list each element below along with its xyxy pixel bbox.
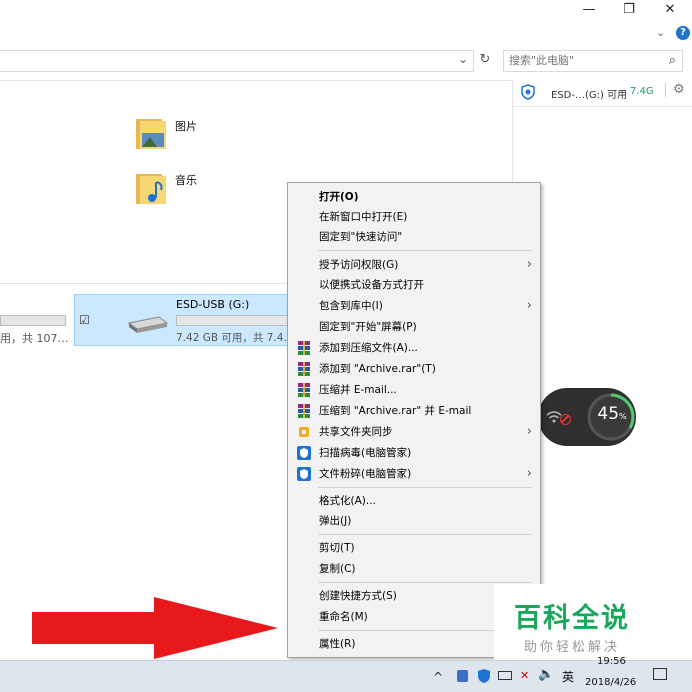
submenu-arrow-icon: ›	[526, 298, 532, 313]
network-error-icon[interactable]: ✕	[520, 669, 529, 682]
menu-separator	[318, 487, 532, 488]
drive-capacity-bar	[0, 315, 66, 326]
tray-app-icon[interactable]	[457, 670, 468, 682]
menu-item-compress-rar-email[interactable]: 压缩到 "Archive.rar" 并 E-mail	[288, 401, 540, 421]
menu-item-open[interactable]: 打开(O)	[288, 187, 540, 207]
watermark-logo: 百科全说 助你轻松解决	[494, 584, 666, 660]
menu-item-cut[interactable]: 剪切(T)	[288, 538, 540, 558]
details-free-value: 7.4G	[630, 86, 654, 97]
menu-item-eject[interactable]: 弹出(J)	[288, 511, 540, 531]
shield-icon	[297, 446, 311, 460]
red-arrow-icon	[32, 597, 278, 659]
menu-item-add-archive[interactable]: 添加到压缩文件(A)...	[288, 338, 540, 358]
menu-item-open-new-window[interactable]: 在新窗口中打开(E)	[288, 207, 540, 227]
tray-chevron-icon[interactable]: ^	[433, 670, 443, 684]
section-divider	[0, 283, 290, 284]
battery-icon[interactable]	[498, 671, 512, 680]
ribbon-row: ⌄ ?	[0, 24, 692, 44]
search-input[interactable]: 搜索"此电脑" ⌕	[503, 50, 683, 72]
help-icon[interactable]: ?	[676, 26, 690, 40]
winrar-icon	[297, 404, 311, 418]
taskbar: ^ ✕ 🔈 英 2018/4/26	[0, 660, 692, 692]
refresh-icon[interactable]: ↻	[476, 52, 494, 70]
search-placeholder: 搜索"此电脑"	[509, 54, 575, 67]
tray-date[interactable]: 2018/4/26	[585, 677, 636, 688]
submenu-arrow-icon: ›	[526, 466, 532, 481]
drive-shield-icon	[521, 84, 535, 100]
address-dropdown-icon[interactable]: ⌄	[458, 52, 468, 66]
winrar-icon	[297, 383, 311, 397]
close-button[interactable]: ✕	[650, 0, 690, 22]
winrar-icon	[297, 362, 311, 376]
details-divider	[665, 83, 666, 97]
folder-label: 图片	[175, 120, 197, 133]
minimize-button[interactable]: —	[569, 0, 609, 22]
drive-checkbox[interactable]: ☑	[79, 313, 90, 327]
ime-indicator[interactable]: 英	[562, 668, 574, 685]
menu-item-format[interactable]: 格式化(A)...	[288, 491, 540, 511]
details-drive-text: ESD-…(G:) 可用	[551, 90, 628, 101]
ribbon-expand-icon[interactable]: ⌄	[656, 26, 665, 39]
tray-shield-icon[interactable]	[478, 669, 490, 686]
submenu-arrow-icon: ›	[526, 257, 532, 272]
menu-item-open-portable[interactable]: 以便携式设备方式打开	[288, 275, 540, 295]
address-bar[interactable]: ⌄	[0, 50, 474, 72]
menu-item-give-access[interactable]: 授予访问权限(G) ›	[288, 255, 540, 275]
menu-item-add-archive-rar[interactable]: 添加到 "Archive.rar"(T)	[288, 359, 540, 379]
menu-item-copy[interactable]: 复制(C)	[288, 559, 540, 579]
disconnected-icon	[560, 414, 571, 425]
folder-label: 音乐	[175, 174, 197, 187]
shield-icon	[297, 467, 311, 481]
drive-name: ESD-USB (G:)	[176, 298, 250, 311]
menu-separator	[318, 582, 532, 583]
menu-item-pin-quick-access[interactable]: 固定到"快速访问"	[288, 227, 540, 247]
volume-icon[interactable]: 🔈	[538, 667, 554, 682]
restore-button[interactable]: ❐	[609, 0, 649, 22]
menu-item-scan-virus[interactable]: 扫描病毒(电脑管家)	[288, 443, 540, 463]
menu-item-pin-start[interactable]: 固定到"开始"屏幕(P)	[288, 317, 540, 337]
menu-separator	[318, 534, 532, 535]
notification-icon[interactable]	[653, 668, 667, 680]
menu-item-share-sync[interactable]: 共享文件夹同步 ›	[288, 422, 540, 442]
usb-drive-item[interactable]: ☑ ESD-USB (G:) 7.42 GB 可用，共 7.4…	[74, 294, 294, 346]
menu-item-include-library[interactable]: 包含到库中(I) ›	[288, 296, 540, 316]
percent-value: 45%	[597, 404, 627, 424]
search-icon[interactable]: ⌕	[669, 51, 676, 71]
gear-icon[interactable]: ⚙	[673, 82, 685, 97]
submenu-arrow-icon: ›	[526, 424, 532, 439]
menu-item-compress-email[interactable]: 压缩并 E-mail...	[288, 380, 540, 400]
tray-time[interactable]: 19:56	[597, 656, 626, 667]
watermark-title: 百科全说	[514, 603, 630, 634]
watermark-subtitle: 助你轻松解决	[524, 640, 621, 655]
drive-free-text: 用，共 107…	[0, 332, 69, 345]
sync-icon	[297, 425, 311, 439]
network-speed-widget[interactable]: 45%	[538, 388, 636, 446]
menu-item-shred-file[interactable]: 文件粉碎(电脑管家) ›	[288, 464, 540, 484]
drive-free-text: 7.42 GB 可用，共 7.4…	[176, 332, 294, 344]
menu-separator	[318, 250, 532, 251]
title-bar: — ❐ ✕	[0, 0, 692, 24]
details-header-divider	[513, 106, 692, 107]
drive-capacity-bar	[176, 315, 288, 326]
usb-drive-icon	[125, 313, 169, 340]
winrar-icon	[297, 341, 311, 355]
pictures-folder-icon[interactable]	[135, 115, 169, 151]
music-folder-icon[interactable]	[135, 170, 169, 206]
